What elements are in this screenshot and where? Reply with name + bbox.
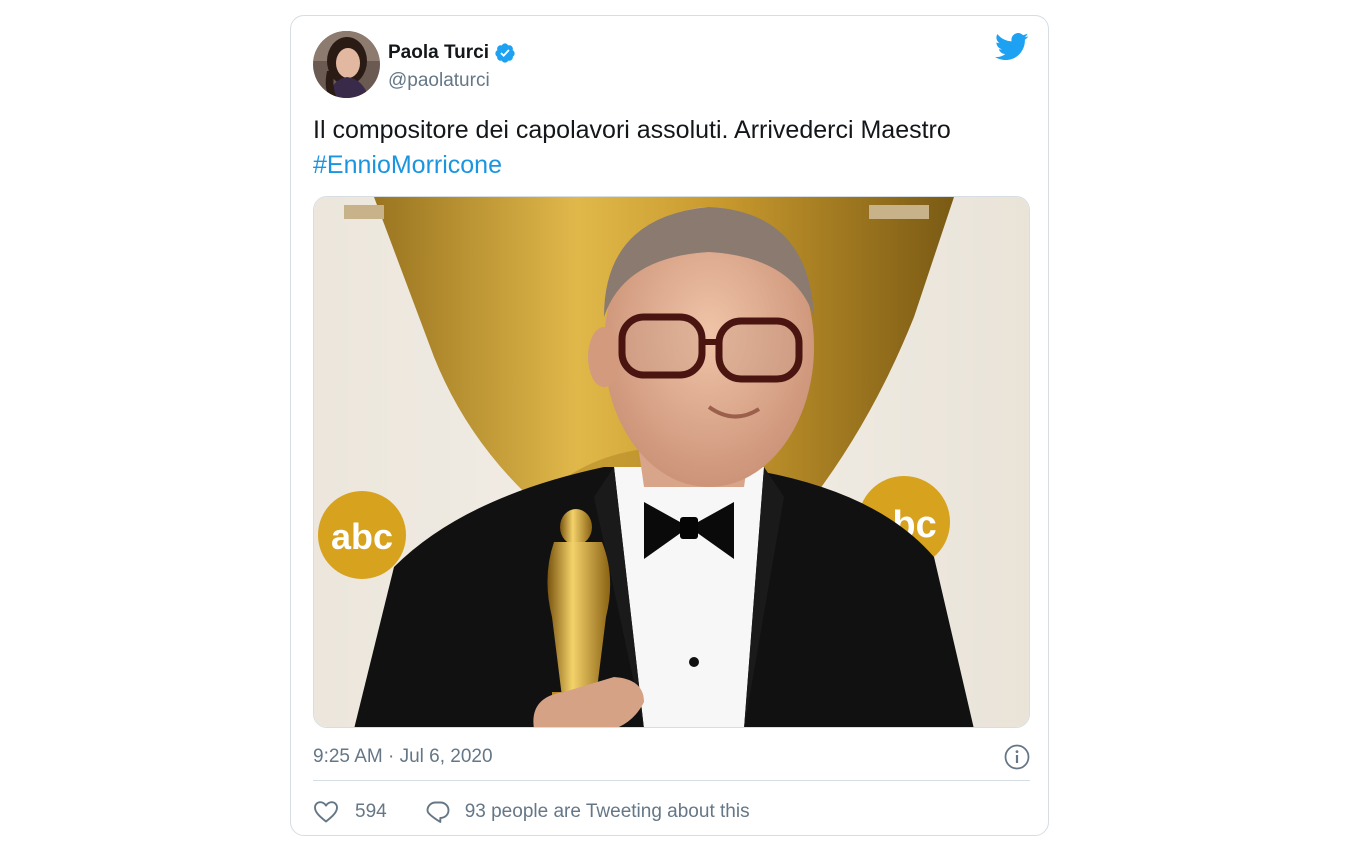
tweet-body: Il compositore dei capolavori assoluti. …: [313, 116, 951, 144]
avatar-image: [313, 31, 380, 98]
tweet-photo[interactable]: abc abc: [313, 196, 1030, 728]
speech-bubble-icon: [426, 801, 450, 823]
heart-icon: [314, 801, 338, 823]
like-button[interactable]: 594: [313, 800, 425, 824]
avatar[interactable]: [313, 31, 380, 98]
hashtag-link[interactable]: #EnnioMorricone: [313, 148, 1028, 183]
info-icon[interactable]: [1004, 744, 1030, 770]
tweet-card[interactable]: Paola Turci @paolaturci Il compositore d…: [290, 15, 1049, 836]
tweet-timestamp[interactable]: 9:25 AM · Jul 6, 2020: [313, 746, 493, 768]
abc-logo-left: abc: [331, 516, 393, 557]
author-handle[interactable]: @paolaturci: [388, 70, 516, 92]
tweet-text: Il compositore dei capolavori assoluti. …: [313, 113, 1028, 183]
like-count: 594: [355, 801, 387, 822]
conversation-link[interactable]: 93 people are Tweeting about this: [425, 800, 750, 824]
author-block[interactable]: Paola Turci @paolaturci: [388, 40, 516, 92]
conversation-text: 93 people are Tweeting about this: [464, 801, 750, 822]
author-name[interactable]: Paola Turci: [388, 42, 489, 64]
tweet-actions: 594 93 people are Tweeting about this: [313, 796, 750, 828]
timestamp-row: 9:25 AM · Jul 6, 2020: [313, 743, 1030, 771]
photo-image: abc abc: [314, 197, 1029, 727]
verified-badge-icon: [495, 43, 515, 63]
twitter-bird-icon[interactable]: [995, 32, 1029, 62]
divider: [313, 780, 1030, 781]
